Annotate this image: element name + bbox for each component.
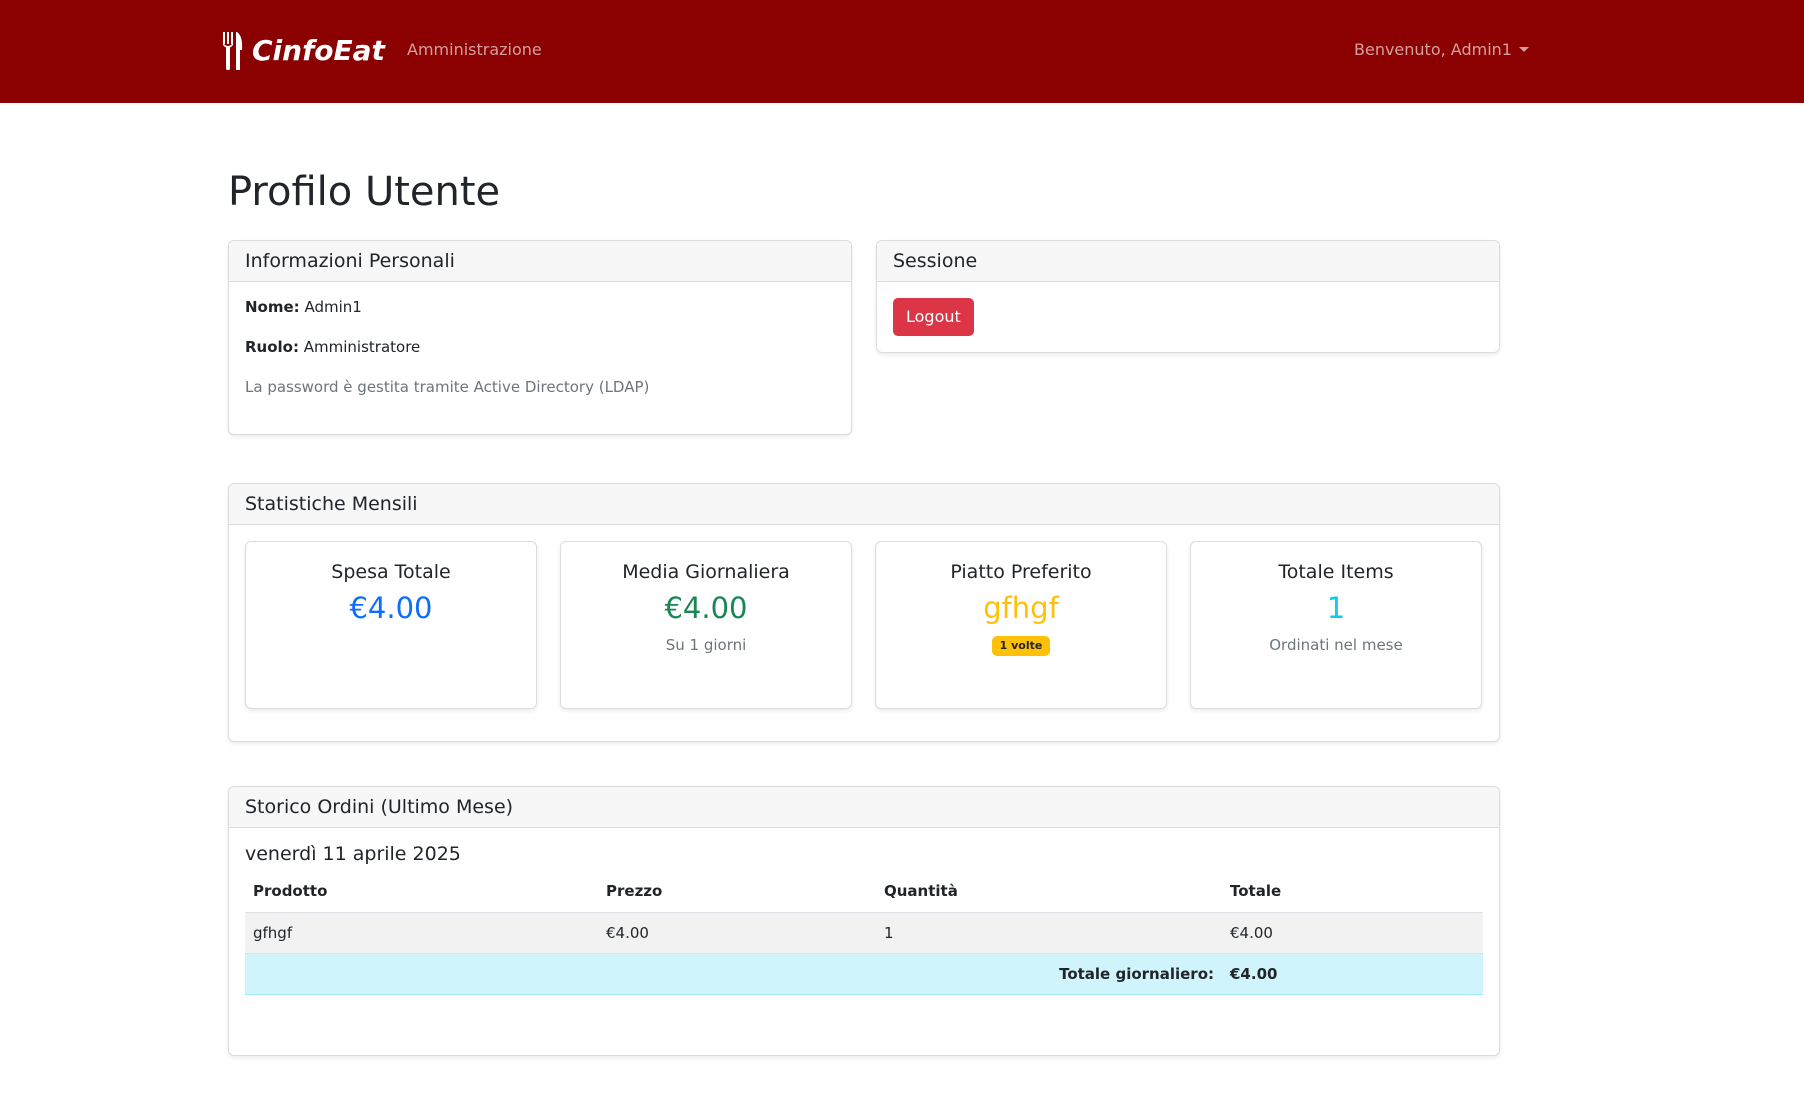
navbar: CinfoEat Amministrazione Benvenuto, Admi… [0,0,1804,103]
stat-daily-average-sub: Su 1 giorni [665,636,747,654]
role-line: Ruolo: Amministratore [245,338,835,356]
role-value: Amministratore [303,338,421,356]
stat-daily-average-title: Media Giornaliera [622,561,790,583]
table-row: gfhgf €4.00 1 €4.00 [245,912,1483,954]
column-header-price: Prezzo [598,871,876,913]
personal-info-header: Informazioni Personali [229,241,851,282]
stat-favorite-dish-value: gfhgf [983,591,1059,625]
stat-total-items-sub: Ordinati nel mese [1269,636,1403,654]
daily-total-label: Totale giornaliero: [245,953,1222,995]
daily-total-row: Totale giornaliero: €4.00 [245,953,1483,995]
cell-price: €4.00 [598,912,876,954]
daily-total-value: €4.00 [1222,953,1483,995]
user-menu-dropdown[interactable]: Benvenuto, Admin1 [1354,40,1529,59]
page-title: Profilo Utente [228,169,501,215]
stat-favorite-dish: Piatto Preferito gfhgf 1 volte [875,541,1167,709]
fork-knife-icon [223,32,243,70]
logout-button[interactable]: Logout [893,298,974,336]
name-value: Admin1 [304,298,362,316]
column-header-quantity: Quantità [876,871,1222,913]
monthly-stats-header: Statistiche Mensili [229,484,1499,525]
brand-name: CinfoEat [252,34,385,67]
stat-total-spend-value: €4.00 [349,591,433,625]
column-header-product: Prodotto [245,871,598,913]
cell-total: €4.00 [1222,912,1483,954]
column-header-total: Totale [1222,871,1483,913]
order-history-header: Storico Ordini (Ultimo Mese) [229,787,1499,828]
cell-product: gfhgf [245,912,598,954]
personal-info-body: Nome: Admin1 Ruolo: Amministratore La pa… [229,282,851,412]
session-header: Sessione [877,241,1499,282]
stat-favorite-dish-title: Piatto Preferito [950,561,1092,583]
stat-total-items: Totale Items 1 Ordinati nel mese [1190,541,1482,709]
name-line: Nome: Admin1 [245,298,835,316]
session-body: Logout [877,282,1499,352]
personal-info-card: Informazioni Personali Nome: Admin1 Ruol… [228,240,852,435]
orders-table: Prodotto Prezzo Quantità Totale gfhgf €4… [245,871,1483,995]
table-header-row: Prodotto Prezzo Quantità Totale [245,871,1483,913]
stat-daily-average-value: €4.00 [664,591,748,625]
brand-logo[interactable]: CinfoEat [222,32,385,70]
caret-down-icon [1518,47,1529,52]
stat-total-spend-title: Spesa Totale [331,561,451,583]
nav-link-admin[interactable]: Amministrazione [407,40,542,59]
cell-quantity: 1 [876,912,1222,954]
order-history-card: Storico Ordini (Ultimo Mese) venerdì 11 … [228,786,1500,1056]
name-label: Nome: [245,298,300,316]
favorite-dish-count-badge: 1 volte [991,636,1051,656]
stat-daily-average: Media Giornaliera €4.00 Su 1 giorni [560,541,852,709]
session-card: Sessione Logout [876,240,1500,353]
password-note: La password è gestita tramite Active Dir… [245,378,650,396]
stat-total-spend: Spesa Totale €4.00 [245,541,537,709]
user-menu-label: Benvenuto, Admin1 [1354,40,1512,59]
stat-total-items-title: Totale Items [1278,561,1394,583]
role-label: Ruolo: [245,338,299,356]
order-date-heading: venerdì 11 aprile 2025 [245,843,461,865]
stat-total-items-value: 1 [1326,591,1346,625]
monthly-stats-card: Statistiche Mensili Spesa Totale €4.00 M… [228,483,1500,742]
